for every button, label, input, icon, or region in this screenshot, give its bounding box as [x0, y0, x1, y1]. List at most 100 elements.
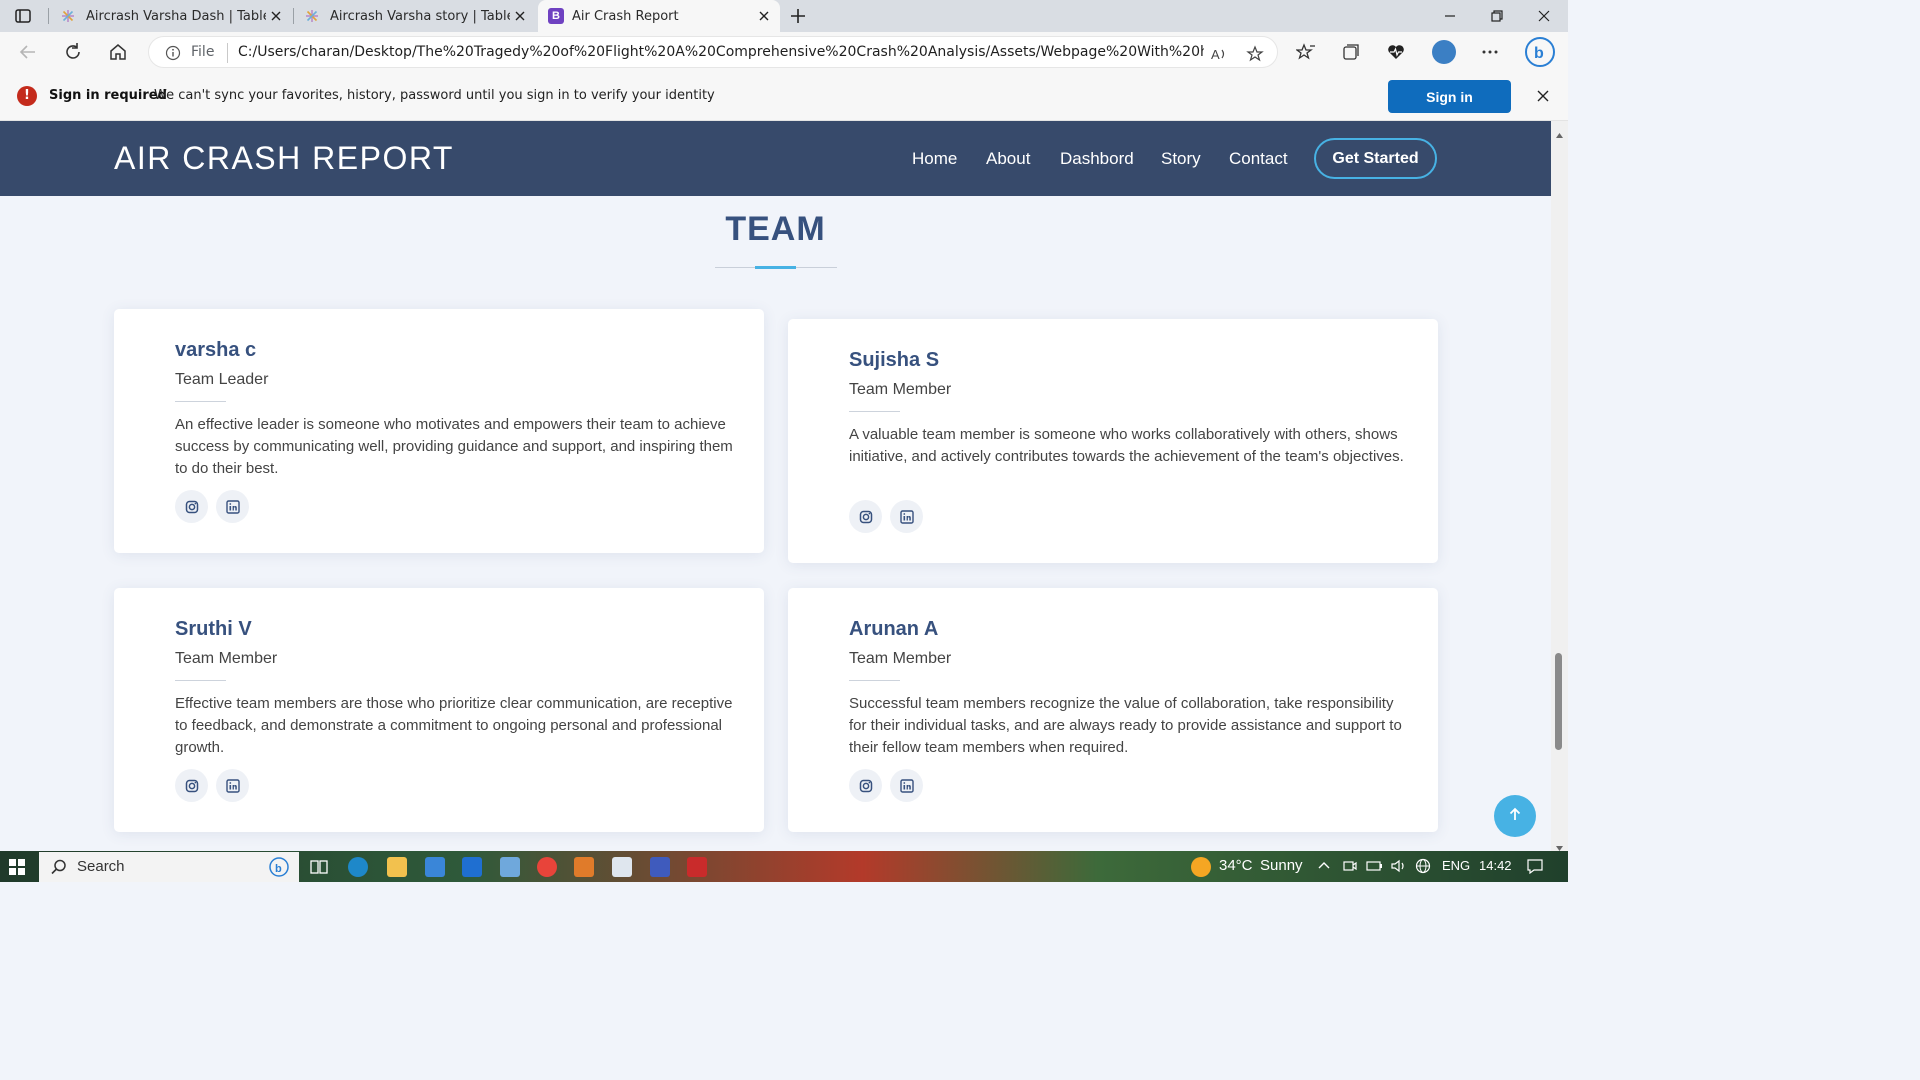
tableau-app-icon[interactable] [612, 857, 632, 877]
url-text[interactable]: C:/Users/charan/Desktop/The%20Tragedy%20… [238, 44, 1204, 60]
chrome-icon[interactable] [537, 857, 557, 877]
member-name: Arunan A [849, 618, 939, 640]
tab-separator [48, 8, 49, 24]
instagram-icon[interactable] [849, 769, 882, 802]
linkedin-icon[interactable] [890, 769, 923, 802]
refresh-icon[interactable] [62, 41, 84, 63]
role-divider [849, 680, 900, 681]
tableau-icon [60, 8, 76, 24]
minimize-icon[interactable] [1440, 6, 1460, 26]
bootstrap-icon: B [548, 8, 564, 24]
volume-icon[interactable] [1390, 858, 1408, 878]
close-icon[interactable] [1535, 88, 1551, 104]
tab-separator [293, 8, 294, 24]
instagram-icon[interactable] [175, 490, 208, 523]
add-favorite-icon[interactable] [1246, 45, 1264, 63]
sublime-text-icon[interactable] [574, 857, 594, 877]
instagram-icon[interactable] [849, 500, 882, 533]
profile-avatar[interactable] [1432, 40, 1456, 64]
tab-title: Air Crash Report [572, 8, 679, 24]
word-icon[interactable] [650, 857, 670, 877]
scroll-down-icon[interactable] [1555, 838, 1564, 851]
info-icon[interactable] [165, 45, 181, 61]
svg-text:b: b [1534, 45, 1544, 62]
search-label: Search [77, 858, 125, 875]
tab-air-crash-report[interactable]: B Air Crash Report [538, 0, 780, 32]
globe-icon[interactable] [1415, 858, 1431, 878]
member-role: Team Member [849, 650, 952, 667]
team-member-card: Sujisha S Team Member A valuable team me… [788, 319, 1438, 563]
health-icon[interactable] [1386, 42, 1406, 62]
close-icon[interactable] [756, 8, 772, 24]
chevron-up-icon[interactable] [1316, 858, 1332, 878]
nav-story[interactable]: Story [1161, 149, 1201, 169]
nav-home[interactable]: Home [912, 149, 957, 169]
linkedin-icon[interactable] [216, 490, 249, 523]
more-icon[interactable] [1480, 42, 1500, 62]
member-role: Team Member [849, 381, 952, 398]
edge-icon[interactable] [348, 857, 368, 877]
member-name: varsha c [175, 339, 257, 361]
site-logo[interactable]: AIR CRASH REPORT [114, 140, 454, 177]
address-bar[interactable]: File C:/Users/charan/Desktop/The%20Trage… [148, 36, 1278, 68]
title-accent [755, 266, 796, 269]
window-close-icon[interactable] [1534, 6, 1554, 26]
nav-about[interactable]: About [986, 149, 1030, 169]
acrobat-icon[interactable] [687, 857, 707, 877]
linkedin-icon[interactable] [890, 500, 923, 533]
windows-start-icon[interactable] [9, 859, 25, 875]
scroll-up-icon[interactable] [1555, 125, 1564, 138]
home-icon[interactable] [107, 41, 129, 63]
member-description: Successful team members recognize the va… [849, 695, 1402, 756]
back-to-top-button[interactable] [1494, 795, 1536, 837]
get-started-button[interactable]: Get Started [1314, 138, 1437, 179]
omnibox-divider [227, 43, 228, 63]
back-icon[interactable] [17, 41, 39, 63]
file-explorer-icon[interactable] [387, 857, 407, 877]
tab-aircrash-dash[interactable]: Aircrash Varsha Dash | Tableau Pu [52, 0, 292, 32]
scroll-thumb[interactable] [1555, 653, 1562, 750]
taskbar-search[interactable]: Search b [39, 852, 299, 882]
nav-contact[interactable]: Contact [1229, 149, 1288, 169]
sync-title: Sign in required [49, 88, 167, 103]
alert-icon: ! [17, 86, 37, 106]
favorites-icon[interactable] [1295, 42, 1316, 62]
input-language[interactable]: ENG [1442, 858, 1470, 873]
instagram-icon[interactable] [175, 769, 208, 802]
bing-copilot-icon[interactable]: b [1524, 36, 1556, 68]
store-icon[interactable] [462, 857, 482, 877]
tab-aircrash-story[interactable]: Aircrash Varsha story | Tableau Pu [296, 0, 536, 32]
section-title: TEAM [725, 210, 826, 248]
mail-icon[interactable] [425, 857, 445, 877]
battery-icon[interactable] [1366, 858, 1384, 878]
meet-now-icon[interactable] [1342, 858, 1358, 878]
close-icon[interactable] [268, 8, 284, 24]
team-member-card: varsha c Team Leader An effective leader… [114, 309, 764, 553]
close-icon[interactable] [512, 8, 528, 24]
weather-description[interactable]: Sunny [1260, 857, 1303, 874]
bing-icon: b [269, 857, 289, 881]
linkedin-icon[interactable] [216, 769, 249, 802]
app-icon[interactable] [500, 857, 520, 877]
page-scrollbar[interactable] [1551, 121, 1568, 851]
tab-actions-icon[interactable] [12, 6, 34, 26]
notification-icon[interactable] [1526, 858, 1544, 878]
address-toolbar: File C:/Users/charan/Desktop/The%20Trage… [0, 32, 1568, 72]
read-aloud-icon[interactable]: A [1210, 45, 1228, 63]
sign-in-button[interactable]: Sign in [1388, 80, 1511, 113]
member-role: Team Leader [175, 371, 269, 388]
url-scheme: File [191, 44, 215, 60]
nav-dashbord[interactable]: Dashbord [1060, 149, 1134, 169]
restore-icon[interactable] [1487, 6, 1507, 26]
weather-temperature[interactable]: 34°C [1219, 857, 1253, 874]
member-name: Sruthi V [175, 618, 252, 640]
new-tab-icon[interactable] [788, 6, 808, 26]
page-viewport: AIR CRASH REPORT Home About Dashbord Sto… [0, 121, 1551, 851]
clock-time[interactable]: 14:42 [1479, 858, 1512, 873]
collections-icon[interactable] [1341, 42, 1361, 62]
task-view-icon[interactable] [309, 857, 329, 877]
svg-text:A: A [1211, 47, 1220, 62]
role-divider [175, 401, 226, 402]
member-description: Effective team members are those who pri… [175, 695, 733, 756]
tab-title: Aircrash Varsha story | Tableau Pu [330, 8, 510, 24]
